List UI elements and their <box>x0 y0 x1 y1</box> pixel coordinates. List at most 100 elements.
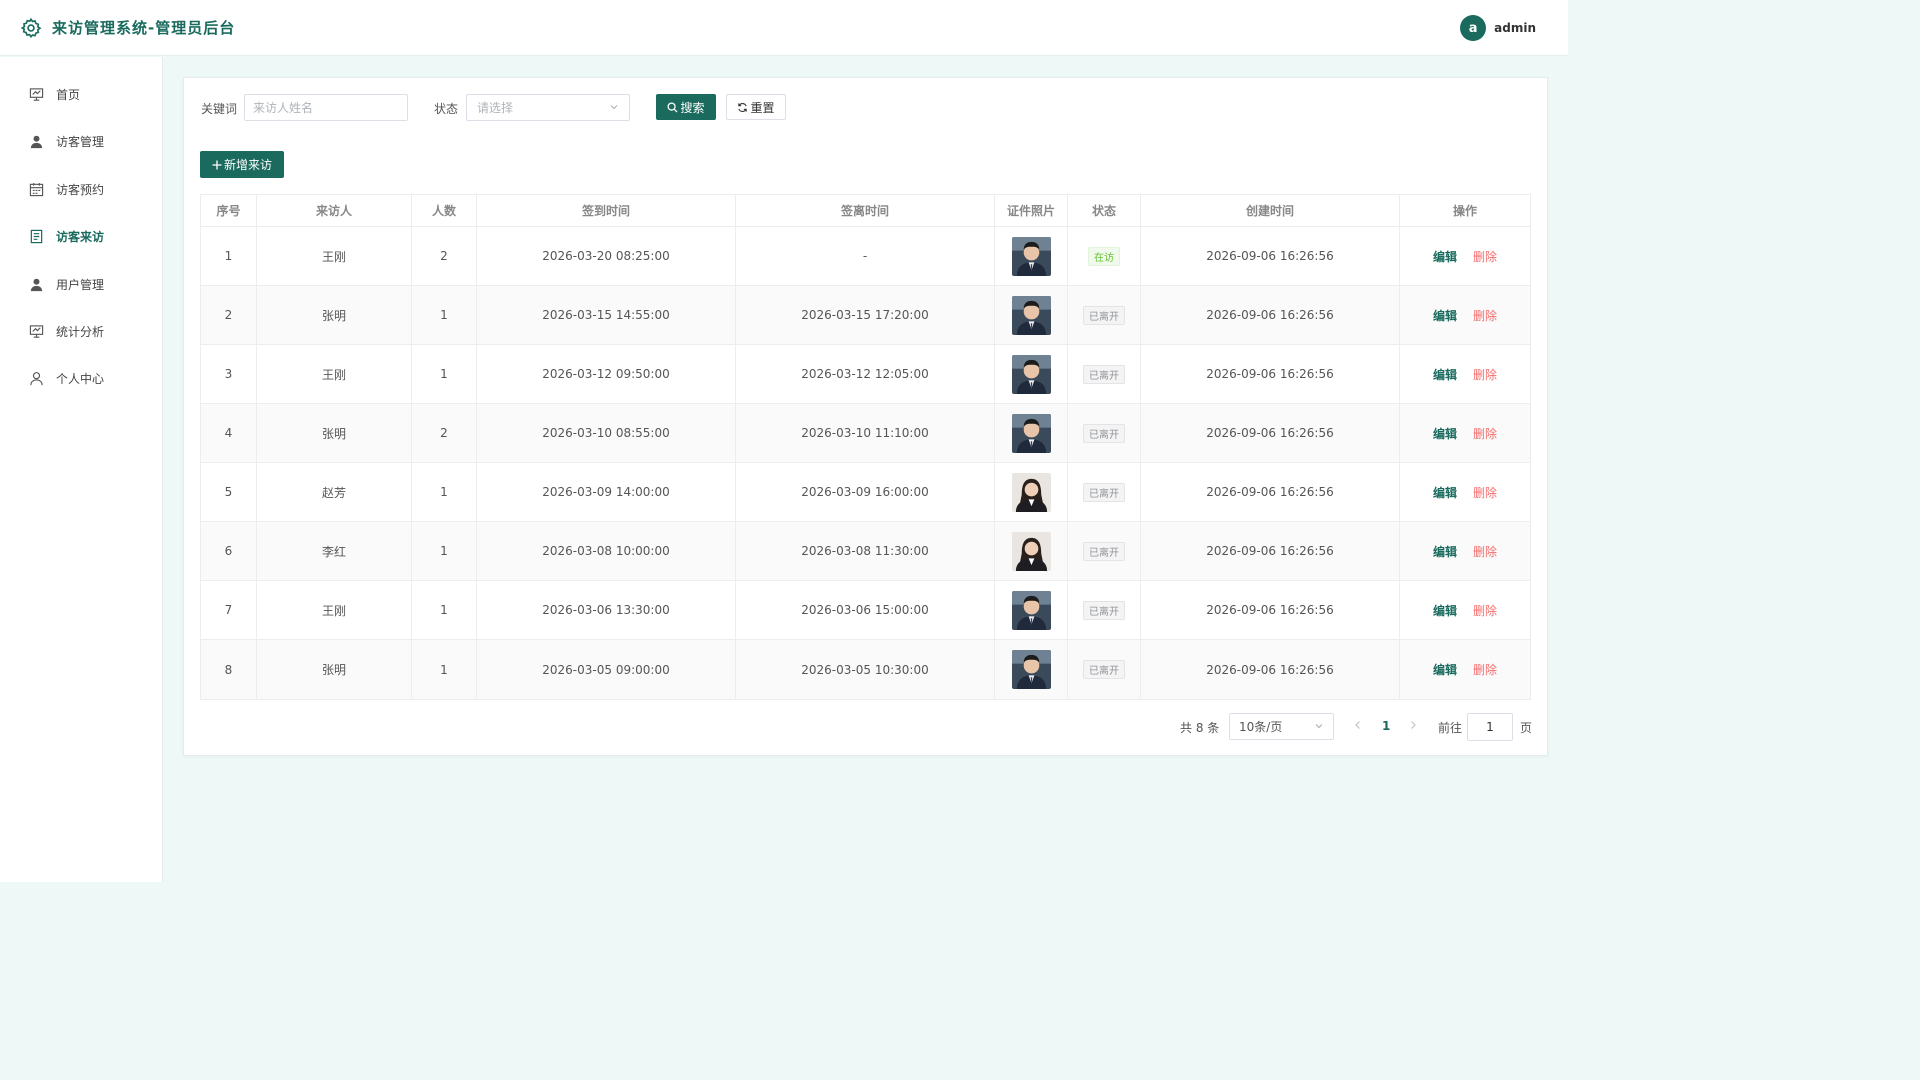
cell-checkout-time: 2026-03-08 11:30:00 <box>736 522 995 580</box>
status-select-placeholder: 请选择 <box>477 101 514 115</box>
presentation-icon <box>28 323 44 339</box>
cell-checkout-time: 2026-03-12 12:05:00 <box>736 345 995 403</box>
delete-button[interactable]: 删除 <box>1473 425 1497 442</box>
cell-status: 已离开 <box>1068 581 1141 639</box>
top-header: 来访管理系统-管理员后台 a admin <box>0 0 1568 56</box>
plus-icon <box>212 160 222 170</box>
edit-button[interactable]: 编辑 <box>1433 661 1457 678</box>
cell-visitor-count: 1 <box>412 463 477 521</box>
status-badge: 已离开 <box>1083 660 1125 679</box>
keyword-input[interactable] <box>244 94 408 121</box>
sidebar-item-user-management[interactable]: 用户管理 <box>0 264 162 304</box>
cell-id-photo <box>995 345 1068 403</box>
sidebar-item-statistics[interactable]: 统计分析 <box>0 311 162 351</box>
column-header: 人数 <box>412 195 477 226</box>
sidebar-item-label: 个人中心 <box>56 371 105 386</box>
page-unit-label: 页 <box>1520 721 1533 735</box>
cell-actions: 编辑 删除 <box>1400 463 1530 521</box>
id-photo[interactable] <box>1011 590 1051 630</box>
table-row: 7 王刚 1 2026-03-06 13:30:00 2026-03-06 15:00:… <box>201 581 1530 640</box>
user-menu[interactable]: a admin <box>1460 15 1536 41</box>
delete-button[interactable]: 删除 <box>1473 484 1497 501</box>
cell-actions: 编辑 删除 <box>1400 522 1530 580</box>
edit-button[interactable]: 编辑 <box>1433 366 1457 383</box>
pagination: 共 8 条 10条/页 1 前往 页 <box>184 713 1549 741</box>
goto-page-input[interactable] <box>1467 713 1513 741</box>
column-header: 签到时间 <box>477 195 736 226</box>
sidebar-item-visitor-management[interactable]: 访客管理 <box>0 121 162 161</box>
status-select[interactable]: 请选择 <box>466 94 630 121</box>
delete-button[interactable]: 删除 <box>1473 661 1497 678</box>
cell-index: 8 <box>201 640 257 699</box>
id-photo[interactable] <box>1011 413 1051 453</box>
id-photo[interactable] <box>1011 650 1051 689</box>
sidebar-item-visitor-visits[interactable]: 访客来访 <box>0 216 162 256</box>
search-button[interactable]: 搜索 <box>656 94 716 120</box>
sidebar-item-visitor-appointment[interactable]: 访客预约 <box>0 169 162 209</box>
username[interactable]: admin <box>1494 21 1536 35</box>
sidebar-item-profile[interactable]: 个人中心 <box>0 358 162 398</box>
table-row: 6 李红 1 2026-03-08 10:00:00 2026-03-08 11:30:… <box>201 522 1530 581</box>
cell-visitor-name: 张明 <box>257 404 412 462</box>
sidebar-item-home[interactable]: 首页 <box>0 74 162 114</box>
edit-button[interactable]: 编辑 <box>1433 602 1457 619</box>
delete-button[interactable]: 删除 <box>1473 602 1497 619</box>
cell-visitor-name: 王刚 <box>257 581 412 639</box>
table-row: 1 王刚 2 2026-03-20 08:25:00- 在访 2026-09-06 16:… <box>201 227 1530 286</box>
table-body: 1 王刚 2 2026-03-20 08:25:00- 在访 2026-09-06 16:… <box>201 227 1530 699</box>
cell-checkin-time: 2026-03-12 09:50:00 <box>477 345 736 403</box>
id-photo[interactable] <box>1011 295 1051 335</box>
cell-checkout-time: - <box>736 227 995 285</box>
reset-button-label: 重置 <box>750 100 775 115</box>
edit-button[interactable]: 编辑 <box>1433 425 1457 442</box>
column-header: 状态 <box>1068 195 1141 226</box>
edit-button[interactable]: 编辑 <box>1433 484 1457 501</box>
cell-visitor-name: 王刚 <box>257 345 412 403</box>
status-label: 状态 <box>434 102 459 116</box>
edit-button[interactable]: 编辑 <box>1433 248 1457 265</box>
cell-visitor-name: 张明 <box>257 640 412 699</box>
refresh-icon <box>737 102 748 113</box>
id-photo[interactable] <box>1011 472 1051 512</box>
main-card: 关键词 状态 请选择 搜索 重置 新增来访 序号 <box>183 77 1548 756</box>
cell-created-time: 2026-09-06 16:26:56 <box>1141 522 1400 580</box>
column-header: 证件照片 <box>995 195 1068 226</box>
status-badge: 已离开 <box>1083 541 1125 561</box>
status-badge: 已离开 <box>1083 600 1125 620</box>
filter-bar: 关键词 状态 请选择 搜索 重置 <box>201 94 901 121</box>
delete-button[interactable]: 删除 <box>1473 248 1497 265</box>
id-photo[interactable] <box>1011 531 1051 571</box>
goto-label: 前往 <box>1438 721 1463 735</box>
sidebar-item-label: 用户管理 <box>56 277 105 292</box>
id-photo[interactable] <box>1011 236 1051 276</box>
cell-id-photo <box>995 463 1068 521</box>
current-page[interactable]: 1 <box>1382 719 1390 733</box>
cell-visitor-count: 1 <box>412 640 477 699</box>
search-button-label: 搜索 <box>680 100 705 115</box>
cell-actions: 编辑 删除 <box>1400 404 1530 462</box>
cell-created-time: 2026-09-06 16:26:56 <box>1141 227 1400 285</box>
reset-button[interactable]: 重置 <box>726 94 786 120</box>
cell-checkin-time: 2026-03-05 09:00:00 <box>477 640 736 699</box>
edit-button[interactable]: 编辑 <box>1433 307 1457 324</box>
chevron-down-icon <box>609 101 619 115</box>
id-photo[interactable] <box>1011 354 1051 394</box>
delete-button[interactable]: 删除 <box>1473 543 1497 560</box>
avatar[interactable]: a <box>1460 15 1487 41</box>
cell-created-time: 2026-09-06 16:26:56 <box>1141 404 1400 462</box>
table-row: 3 王刚 1 2026-03-12 09:50:00 2026-03-12 12:05:… <box>201 345 1530 404</box>
cell-visitor-count: 2 <box>412 404 477 462</box>
edit-button[interactable]: 编辑 <box>1433 543 1457 560</box>
delete-button[interactable]: 删除 <box>1473 366 1497 383</box>
next-page-button[interactable] <box>1409 719 1417 733</box>
user-outline-icon <box>28 370 44 386</box>
cell-id-photo <box>995 522 1068 580</box>
cell-index: 2 <box>201 286 257 344</box>
column-header: 序号 <box>201 195 257 226</box>
cell-checkout-time: 2026-03-15 17:20:00 <box>736 286 995 344</box>
delete-button[interactable]: 删除 <box>1473 307 1497 324</box>
cell-checkin-time: 2026-03-06 13:30:00 <box>477 581 736 639</box>
prev-page-button[interactable] <box>1354 719 1362 733</box>
add-visit-button[interactable]: 新增来访 <box>200 151 284 178</box>
page-size-select[interactable]: 10条/页 <box>1229 713 1334 740</box>
